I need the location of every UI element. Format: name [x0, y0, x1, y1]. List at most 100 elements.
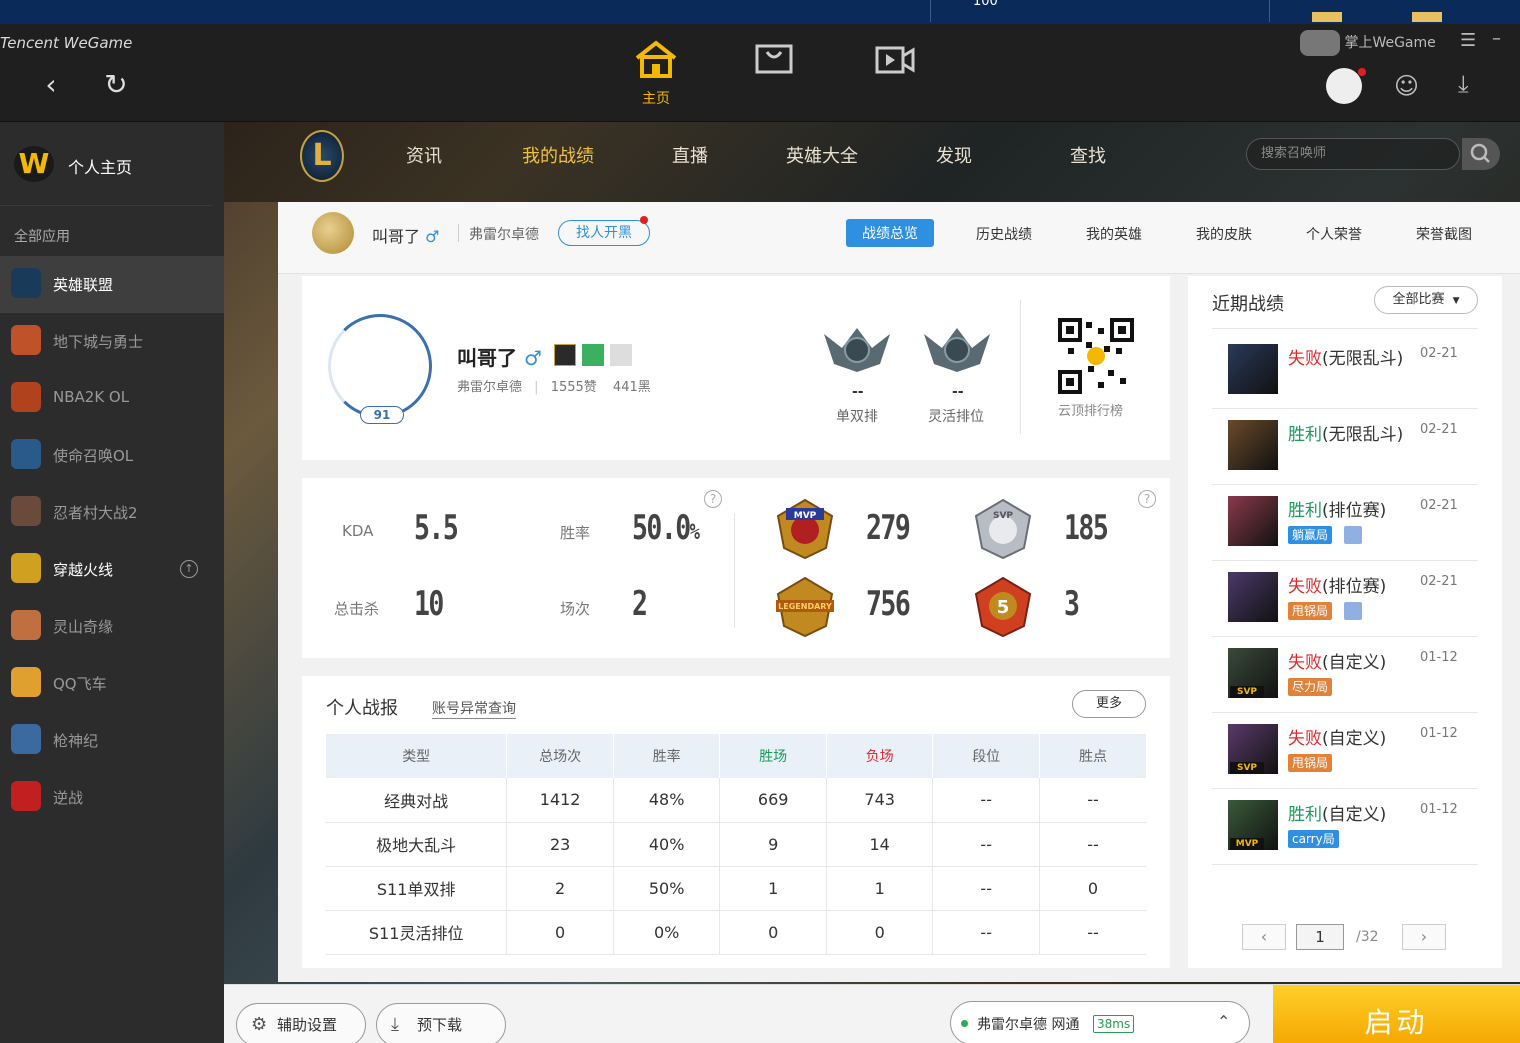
sidebar-item-game[interactable]: NBA2K OL: [0, 370, 224, 427]
screenshot-icon[interactable]: [1344, 526, 1362, 544]
menu-icon[interactable]: ☰: [1460, 30, 1476, 51]
server-name: 弗雷尔卓德: [469, 227, 539, 243]
minimize-button[interactable]: –: [1492, 28, 1501, 49]
profile-name: 叫哥了: [457, 346, 517, 370]
prev-page-button[interactable]: ‹: [1242, 924, 1286, 950]
record-panel: 叫哥了 ♂ 弗雷尔卓德 找人开黑 战绩总览 历史战绩 我的英雄 我的皮肤 个人荣誉 荣誉截…: [278, 202, 1520, 982]
recent-match-item[interactable]: 胜利(排位赛) 02-21 躺赢局: [1212, 484, 1478, 560]
sidebar-item-game[interactable]: 忍者村大战2: [0, 484, 224, 541]
predownload-button[interactable]: ⤓ 预下载: [376, 1003, 506, 1043]
sidebar-item-game[interactable]: 地下城与勇士: [0, 313, 224, 370]
table-cell: 48%: [613, 778, 721, 823]
download-icon: ⤓: [391, 1014, 399, 1035]
match-result: 胜利: [1288, 501, 1322, 521]
refresh-icon: ↻: [104, 68, 128, 101]
recent-match-item[interactable]: SVP 失败(自定义) 01-12 甩锅局: [1212, 712, 1478, 788]
assist-settings-button[interactable]: ⚙ 辅助设置: [236, 1003, 366, 1043]
chat-icon[interactable]: ☺: [1394, 72, 1419, 100]
sidebar-item-game[interactable]: 英雄联盟: [0, 256, 224, 313]
honor-badge-icon[interactable]: [554, 344, 576, 366]
store-icon: [755, 44, 793, 74]
page-number-input[interactable]: 1: [1296, 924, 1344, 950]
record-tab[interactable]: 荣誉截图: [1416, 224, 1472, 244]
profile-card: 91 叫哥了 ♂ 弗雷尔卓德 | 1555赞 441黑 -- 单双排 -- 灵活…: [302, 276, 1170, 460]
mini-medal-badge: SVP: [1230, 686, 1264, 698]
recent-match-item[interactable]: 失败(排位赛) 02-21 甩锅局: [1212, 560, 1478, 636]
update-icon[interactable]: ↑: [180, 560, 198, 578]
table-cell: 1: [719, 866, 827, 911]
back-arrow-icon: ‹: [45, 68, 57, 101]
recent-match-item[interactable]: 失败(无限乱斗) 02-21: [1212, 332, 1478, 408]
sidebar-item-game[interactable]: 逆战: [0, 769, 224, 826]
kills-value: 10: [414, 584, 444, 624]
lol-nav-tab[interactable]: 英雄大全: [786, 142, 858, 168]
summoner-search-input[interactable]: 搜索召唤师: [1246, 138, 1460, 170]
download-icon[interactable]: ⤓: [1458, 70, 1469, 98]
record-tab[interactable]: 战绩总览: [846, 219, 934, 247]
profile-bar: 叫哥了 ♂ 弗雷尔卓德 找人开黑 战绩总览 历史战绩 我的英雄 我的皮肤 个人荣誉 荣誉截…: [278, 202, 1520, 274]
mobile-wegame-link[interactable]: 掌上WeGame: [1300, 30, 1436, 56]
match-date: 02-21: [1420, 422, 1458, 437]
tab-home[interactable]: 主页: [626, 40, 686, 107]
record-tab[interactable]: 个人荣誉: [1306, 224, 1362, 244]
table-cell: S11单双排: [326, 866, 508, 911]
sidebar-home[interactable]: W 个人主页: [0, 122, 212, 206]
tab-store[interactable]: [744, 40, 804, 104]
mvp-count: 279: [866, 508, 911, 548]
personal-report-card: 个人战报 账号异常查询 更多 类型 总场次 胜率 胜场 负场 段位 胜点 经典对战 1412 4…: [302, 676, 1170, 968]
column-header: 总场次: [506, 734, 614, 778]
screenshot-icon[interactable]: [1344, 602, 1362, 620]
tab-video[interactable]: [864, 40, 924, 104]
lol-nav-tab[interactable]: 直播: [672, 142, 708, 168]
account-check-link[interactable]: 账号异常查询: [432, 698, 516, 719]
more-button[interactable]: 更多: [1072, 690, 1146, 718]
legendary-medal-icon: LEGENDARY: [776, 576, 834, 638]
record-tab[interactable]: 历史战绩: [976, 224, 1032, 244]
user-avatar[interactable]: [1326, 68, 1362, 104]
ping-badge: 38ms: [1093, 1015, 1135, 1033]
vip-badge-icon[interactable]: [582, 344, 604, 366]
next-page-button[interactable]: ›: [1402, 924, 1446, 950]
winrate-unit: %: [689, 520, 700, 545]
match-result: 失败: [1288, 653, 1322, 673]
find-teammate-button[interactable]: 找人开黑: [558, 220, 650, 246]
sidebar-section-label: 全部应用: [14, 229, 70, 245]
taskbar-window-button[interactable]: 100: [930, 0, 1270, 22]
match-date: 01-12: [1420, 802, 1458, 817]
help-icon[interactable]: ?: [704, 490, 722, 508]
table-cell: --: [932, 778, 1040, 823]
recent-match-item[interactable]: MVP 胜利(自定义) 01-12 carry局: [1212, 788, 1478, 864]
rank-flex-emblem-icon: [924, 328, 990, 372]
help-icon[interactable]: ?: [1138, 490, 1156, 508]
qr-code-icon[interactable]: [1058, 318, 1134, 394]
search-button[interactable]: [1462, 138, 1500, 170]
column-header: 负场: [826, 734, 934, 778]
sidebar-item-game[interactable]: 枪神纪: [0, 712, 224, 769]
refresh-button[interactable]: ↻: [101, 70, 131, 100]
trophy-badge-icon[interactable]: [610, 344, 632, 366]
sidebar-item-game[interactable]: 灵山奇缘: [0, 598, 224, 655]
sidebar-section-header[interactable]: 全部应用: [0, 206, 224, 256]
sidebar: W 个人主页 全部应用 英雄联盟 地下城与勇士 NBA2K OL 使命召唤OL 忍者村大…: [0, 122, 224, 1043]
recent-match-item[interactable]: SVP 失败(自定义) 01-12 尽力局: [1212, 636, 1478, 712]
table-cell: 0: [506, 910, 614, 955]
record-tab[interactable]: 我的英雄: [1086, 224, 1142, 244]
server-selector[interactable]: 弗雷尔卓德 网通 38ms ⌃: [950, 1001, 1250, 1043]
match-filter-dropdown[interactable]: 全部比赛 ▼: [1374, 286, 1478, 314]
sidebar-item-game[interactable]: 穿越火线 ↑: [0, 541, 224, 598]
table-row: S11灵活排位 0 0% 0 0 -- --: [326, 910, 1146, 955]
video-icon: [875, 46, 915, 74]
back-button[interactable]: ‹: [36, 70, 66, 100]
lol-nav-tab[interactable]: 我的战绩: [522, 142, 594, 168]
launch-button[interactable]: 启动: [1273, 985, 1520, 1043]
lol-nav-tab[interactable]: 查找: [1070, 142, 1106, 168]
lol-nav-tab[interactable]: 资讯: [406, 142, 442, 168]
recent-match-item[interactable]: 胜利(无限乱斗) 02-21: [1212, 408, 1478, 484]
lol-logo-icon: L: [300, 130, 344, 182]
record-tab[interactable]: 我的皮肤: [1196, 224, 1252, 244]
sidebar-item-game[interactable]: 使命召唤OL: [0, 427, 224, 484]
match-result: 胜利: [1288, 425, 1322, 445]
lol-nav-tab[interactable]: 发现: [936, 142, 972, 168]
recent-title: 近期战绩: [1212, 294, 1284, 315]
sidebar-item-game[interactable]: QQ飞车: [0, 655, 224, 712]
